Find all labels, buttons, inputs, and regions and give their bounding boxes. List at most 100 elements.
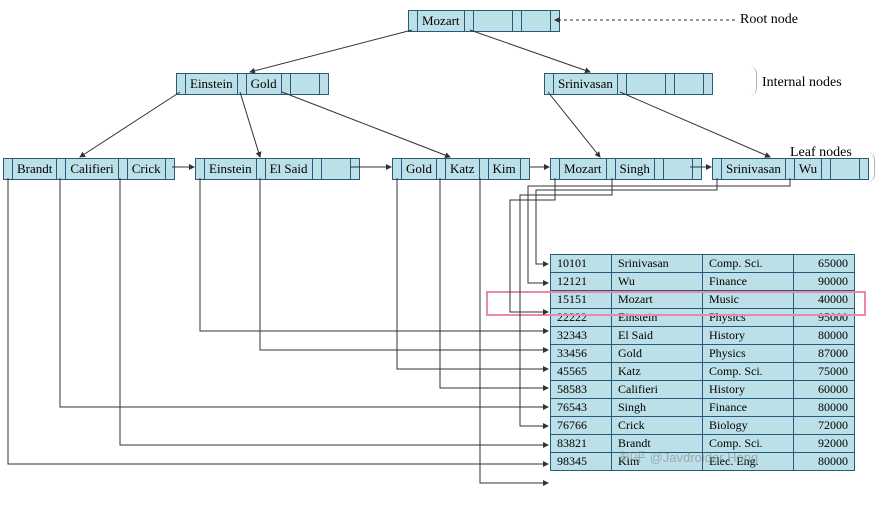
pointer-slot — [257, 159, 266, 179]
data-table: 10101SrinivasanComp. Sci.6500012121WuFin… — [550, 254, 855, 471]
table-cell-dept: Physics — [703, 345, 794, 363]
btree-leaf-node: Gold Katz Kim — [392, 158, 530, 180]
table-cell-dept: Biology — [703, 417, 794, 435]
table-cell-name: Gold — [612, 345, 703, 363]
table-cell-id: 33456 — [551, 345, 612, 363]
btree-key-empty — [522, 11, 551, 31]
btree-key: Gold — [402, 159, 437, 179]
btree-internal-node: Srinivasan — [544, 73, 713, 95]
pointer-slot — [119, 159, 128, 179]
table-cell-dept: Physics — [703, 309, 794, 327]
table-cell-name: Srinivasan — [612, 255, 703, 273]
pointer-slot — [513, 11, 522, 31]
pointer-slot — [393, 159, 402, 179]
btree-key: Singh — [616, 159, 655, 179]
table-cell-salary: 75000 — [794, 363, 855, 381]
btree-root-node: Mozart — [408, 10, 560, 32]
btree-key: Einstein — [186, 74, 238, 94]
table-row: 15151MozartMusic40000 — [551, 291, 855, 309]
table-cell-id: 76766 — [551, 417, 612, 435]
pointer-slot — [704, 74, 712, 94]
btree-key: Kim — [489, 159, 521, 179]
btree-key: Srinivasan — [554, 74, 618, 94]
table-cell-salary: 92000 — [794, 435, 855, 453]
table-cell-name: Singh — [612, 399, 703, 417]
pointer-slot — [822, 159, 831, 179]
table-row: 76543SinghFinance80000 — [551, 399, 855, 417]
table-row: 32343El SaidHistory80000 — [551, 327, 855, 345]
table-cell-name: El Said — [612, 327, 703, 345]
btree-key-empty — [474, 11, 513, 31]
pointer-slot — [713, 159, 722, 179]
pointer-slot — [607, 159, 616, 179]
pointer-slot — [196, 159, 205, 179]
table-cell-id: 12121 — [551, 273, 612, 291]
table-cell-id: 83821 — [551, 435, 612, 453]
pointer-slot — [177, 74, 186, 94]
table-cell-name: Mozart — [612, 291, 703, 309]
table-cell-dept: History — [703, 381, 794, 399]
pointer-slot — [238, 74, 247, 94]
table-cell-salary: 60000 — [794, 381, 855, 399]
table-cell-dept: Comp. Sci. — [703, 255, 794, 273]
table-cell-id: 15151 — [551, 291, 612, 309]
pointer-slot — [313, 159, 322, 179]
pointer-slot — [57, 159, 66, 179]
pointer-slot — [551, 11, 559, 31]
table-cell-id: 22222 — [551, 309, 612, 327]
table-cell-name: Crick — [612, 417, 703, 435]
pointer-slot — [666, 74, 675, 94]
pointer-slot — [282, 74, 291, 94]
pointer-slot — [480, 159, 489, 179]
btree-leaf-node: Brandt Califieri Crick — [3, 158, 175, 180]
table-cell-id: 32343 — [551, 327, 612, 345]
pointer-slot — [551, 159, 560, 179]
watermark-text: 知乎 @Javdroider Hong — [620, 447, 758, 466]
root-node-label: Root node — [740, 12, 798, 28]
table-cell-salary: 80000 — [794, 399, 855, 417]
table-row: 10101SrinivasanComp. Sci.65000 — [551, 255, 855, 273]
pointer-slot — [437, 159, 446, 179]
pointer-slot — [545, 74, 554, 94]
table-row: 76766CrickBiology72000 — [551, 417, 855, 435]
table-cell-name: Califieri — [612, 381, 703, 399]
table-cell-salary: 80000 — [794, 453, 855, 471]
table-cell-name: Einstein — [612, 309, 703, 327]
btree-key: Mozart — [418, 11, 465, 31]
btree-leaf-node: Srinivasan Wu — [712, 158, 869, 180]
pointer-slot — [465, 11, 474, 31]
btree-key: Califieri — [66, 159, 118, 179]
table-row: 45565KatzComp. Sci.75000 — [551, 363, 855, 381]
btree-key: Einstein — [205, 159, 257, 179]
btree-key: Katz — [446, 159, 480, 179]
table-cell-id: 10101 — [551, 255, 612, 273]
table-cell-id: 58583 — [551, 381, 612, 399]
pointer-slot — [351, 159, 359, 179]
table-cell-dept: Music — [703, 291, 794, 309]
pointer-slot — [409, 11, 418, 31]
pointer-slot — [693, 159, 701, 179]
btree-key-empty — [831, 159, 860, 179]
table-cell-salary: 90000 — [794, 273, 855, 291]
table-cell-salary: 95000 — [794, 309, 855, 327]
btree-leaf-node: Einstein El Said — [195, 158, 360, 180]
table-cell-salary: 65000 — [794, 255, 855, 273]
btree-leaf-node: Mozart Singh — [550, 158, 702, 180]
btree-key-empty — [291, 74, 320, 94]
table-row: 12121WuFinance90000 — [551, 273, 855, 291]
pointer-slot — [166, 159, 174, 179]
pointer-slot — [786, 159, 795, 179]
table-cell-name: Katz — [612, 363, 703, 381]
pointer-slot — [4, 159, 13, 179]
btree-key-empty — [664, 159, 693, 179]
btree-key: Crick — [128, 159, 166, 179]
btree-key: Wu — [795, 159, 822, 179]
btree-key: Gold — [247, 74, 282, 94]
table-row: 33456GoldPhysics87000 — [551, 345, 855, 363]
table-cell-salary: 87000 — [794, 345, 855, 363]
table-cell-salary: 80000 — [794, 327, 855, 345]
btree-key-empty — [675, 74, 704, 94]
table-cell-id: 45565 — [551, 363, 612, 381]
btree-key-empty — [627, 74, 666, 94]
btree-key: Mozart — [560, 159, 607, 179]
